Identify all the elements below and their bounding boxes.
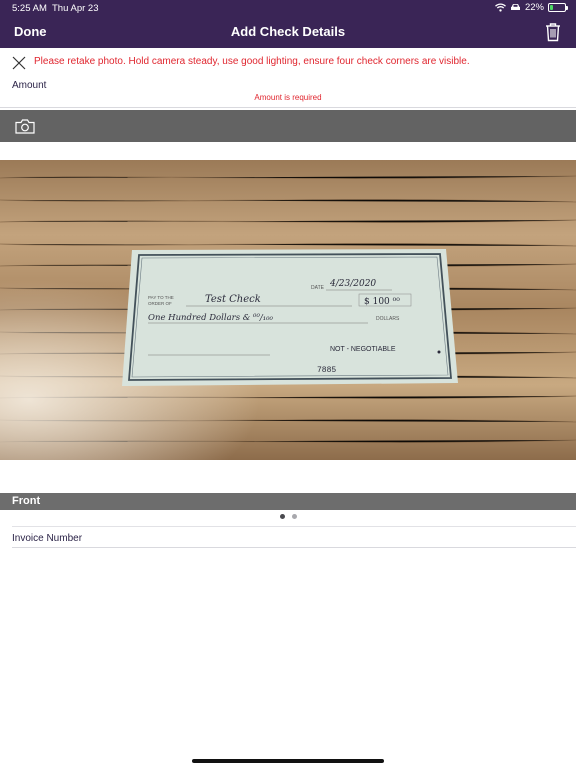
status-bar: 5:25 AM Thu Apr 23 22% (0, 0, 576, 16)
check-pay-to-label: PAY TO THE (148, 295, 174, 300)
page-title: Add Check Details (230, 24, 346, 39)
close-icon[interactable] (12, 56, 26, 70)
check-negotiable: NOT - NEGOTIABLE (330, 346, 396, 353)
navigation-bar: Done Add Check Details (0, 16, 576, 48)
check-dollars-label: DOLLARS (376, 316, 400, 322)
home-indicator[interactable] (192, 759, 384, 763)
page-dot-back[interactable] (291, 514, 297, 519)
check-date-label: DATE (311, 285, 325, 291)
status-date: Thu Apr 23 (52, 3, 99, 14)
amount-label: Amount (12, 80, 47, 91)
battery-icon (548, 3, 568, 12)
check-photo: DATE 4/23/2020 PAY TO THE ORDER OF Test … (0, 160, 576, 460)
status-indicators: 22% (495, 2, 568, 13)
page-indicator (0, 514, 576, 524)
trash-icon[interactable] (544, 22, 562, 42)
invoice-number-input[interactable] (92, 530, 574, 544)
status-time: 5:25 AM (12, 3, 47, 14)
error-banner: Please retake photo. Hold camera steady,… (0, 50, 576, 75)
amount-error: Amount is required (254, 93, 322, 102)
side-label-bar: Front (0, 493, 576, 510)
check-date: 4/23/2020 (329, 279, 376, 289)
check-number: 7885 (317, 366, 336, 375)
amount-input[interactable] (60, 77, 566, 91)
car-icon (510, 4, 520, 10)
error-message: Please retake photo. Hold camera steady,… (34, 56, 470, 67)
amount-field: Amount Amount is required (0, 77, 576, 108)
done-button[interactable]: Done (14, 24, 47, 39)
check-order-of-label: ORDER OF (148, 301, 172, 306)
side-label: Front (12, 495, 41, 507)
check-payee: Test Check (205, 294, 261, 305)
camera-bar (0, 110, 576, 142)
divider (12, 526, 576, 527)
wifi-icon (495, 3, 506, 12)
check-photo-image: DATE 4/23/2020 PAY TO THE ORDER OF Test … (0, 160, 576, 460)
battery-fill (550, 5, 554, 10)
check-amount: $ 100 ⁰⁰ (364, 297, 400, 307)
invoice-number-field: Invoice Number (12, 528, 576, 548)
camera-icon[interactable] (15, 119, 35, 134)
check-written-amount: One Hundred Dollars & ⁰⁰/₁₀₀ (148, 313, 274, 323)
invoice-number-label: Invoice Number (12, 533, 83, 544)
battery-percent: 22% (524, 2, 544, 13)
page-dot-front[interactable] (279, 514, 285, 519)
